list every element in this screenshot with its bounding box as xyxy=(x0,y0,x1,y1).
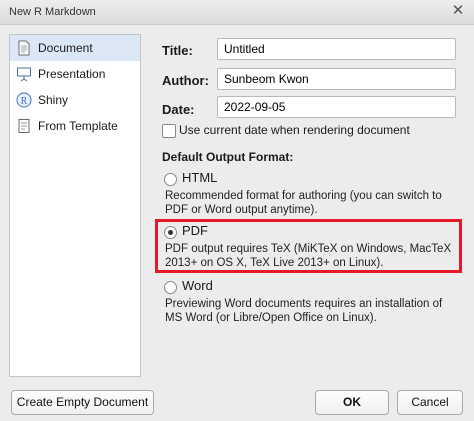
sidebar-item-label: Shiny xyxy=(38,93,69,107)
close-icon[interactable]: ✕ xyxy=(449,2,467,20)
sidebar-item-shiny[interactable]: R Shiny xyxy=(10,87,140,113)
svg-text:R: R xyxy=(21,96,28,107)
html-option-label: HTML xyxy=(182,170,218,185)
date-input[interactable] xyxy=(217,96,456,118)
word-option-desc-line2: MS Word (or Libre/Open Office on Linux). xyxy=(165,312,377,324)
word-option-desc-line1: Previewing Word documents requires an in… xyxy=(165,298,443,310)
sidebar-item-label: From Template xyxy=(38,119,118,133)
html-option-desc-line2: PDF or Word output anytime). xyxy=(165,204,318,216)
html-option-desc-line1: Recommended format for authoring (you ca… xyxy=(165,190,442,202)
cancel-button[interactable]: Cancel xyxy=(397,390,463,415)
create-empty-document-button[interactable]: Create Empty Document xyxy=(11,390,154,415)
pdf-radio[interactable] xyxy=(164,226,177,239)
word-option-label: Word xyxy=(182,278,213,293)
title-bar: New R Markdown ✕ xyxy=(0,0,474,25)
output-format-heading: Default Output Format: xyxy=(162,150,294,164)
shiny-icon: R xyxy=(16,92,32,108)
sidebar: Document Presentation R Shiny From Templ… xyxy=(9,34,141,377)
pdf-option-desc-line2: 2013+ on OS X, TeX Live 2013+ on Linux). xyxy=(165,257,384,269)
sidebar-item-presentation[interactable]: Presentation xyxy=(10,61,140,87)
pdf-option-label: PDF xyxy=(182,223,208,238)
sidebar-item-label: Presentation xyxy=(38,67,106,81)
use-current-date-checkbox[interactable] xyxy=(162,124,176,138)
use-current-date-label: Use current date when rendering document xyxy=(179,123,410,137)
date-label: Date: xyxy=(162,102,195,117)
title-input[interactable] xyxy=(217,38,456,60)
template-icon xyxy=(16,118,32,134)
author-input[interactable] xyxy=(217,68,456,90)
sidebar-item-label: Document xyxy=(38,41,93,55)
author-label: Author: xyxy=(162,73,209,88)
document-icon xyxy=(16,40,32,56)
ok-button[interactable]: OK xyxy=(315,390,389,415)
pdf-option-desc-line1: PDF output requires TeX (MiKTeX on Windo… xyxy=(165,243,452,255)
title-label: Title: xyxy=(162,43,193,58)
sidebar-item-from-template[interactable]: From Template xyxy=(10,113,140,139)
presentation-icon xyxy=(16,66,32,82)
window-title: New R Markdown xyxy=(9,6,96,18)
sidebar-item-document[interactable]: Document xyxy=(10,35,140,61)
word-radio[interactable] xyxy=(164,281,177,294)
html-radio[interactable] xyxy=(164,173,177,186)
